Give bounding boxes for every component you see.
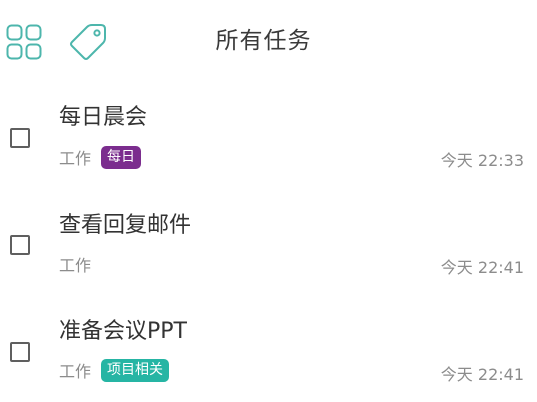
task-row[interactable]: 准备会议PPT 工作 项目相关 今天 22:41 — [0, 296, 537, 402]
task-row[interactable]: 每日晨会 工作 每日 今天 22:33 — [0, 82, 537, 188]
task-title: 每日晨会 — [59, 105, 148, 130]
task-app: 所有任务 每日晨会 工作 每日 今天 22:33 查看回复邮件 工作 今天 22… — [0, 0, 537, 402]
task-checkbox[interactable] — [10, 342, 30, 362]
task-list-name: 工作 — [59, 149, 92, 168]
task-time: 今天 22:33 — [440, 151, 524, 170]
task-checkbox[interactable] — [10, 235, 30, 255]
task-time: 今天 22:41 — [440, 365, 524, 384]
task-meta: 工作 每日 — [59, 144, 142, 170]
task-tag[interactable]: 每日 — [101, 145, 142, 169]
task-meta: 工作 — [59, 251, 91, 277]
task-tag[interactable]: 项目相关 — [101, 358, 170, 382]
task-time: 今天 22:41 — [440, 258, 524, 277]
task-list-name: 工作 — [59, 256, 92, 275]
task-meta: 工作 项目相关 — [59, 357, 170, 383]
task-row[interactable]: 查看回复邮件 工作 今天 22:41 — [0, 189, 537, 295]
task-list-name: 工作 — [59, 362, 92, 381]
task-title: 准备会议PPT — [59, 319, 187, 344]
task-title: 查看回复邮件 — [59, 213, 192, 238]
top-bar: 所有任务 — [0, 0, 537, 82]
page-title: 所有任务 — [215, 28, 312, 54]
task-checkbox[interactable] — [10, 128, 30, 148]
